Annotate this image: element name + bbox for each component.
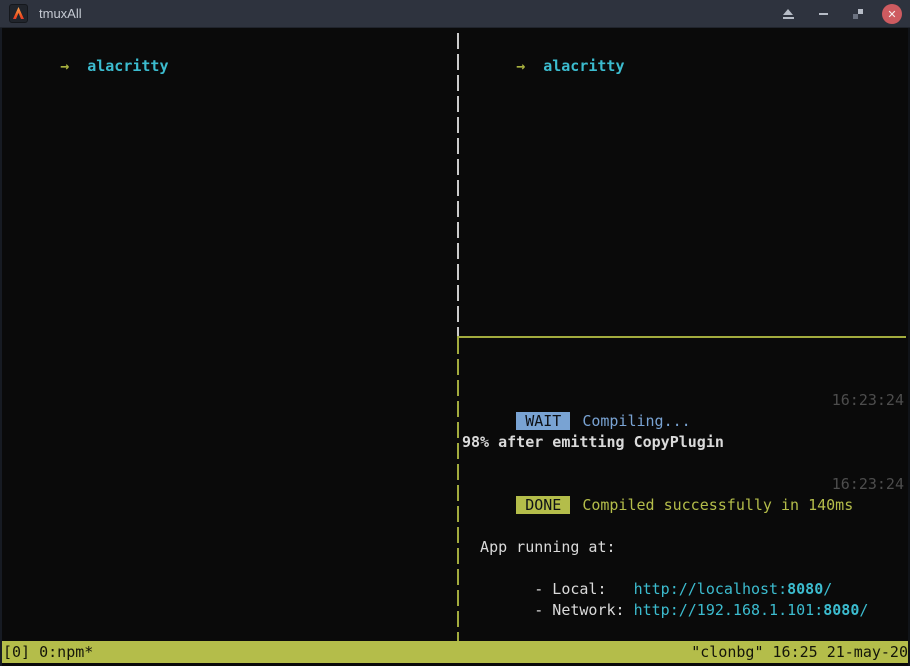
prompt-cwd: alacritty: [543, 57, 624, 75]
shade-icon: [783, 9, 794, 19]
wait-status-line: WAITCompiling... 16:23:24: [462, 390, 904, 411]
wait-timestamp: 16:23:24: [832, 390, 904, 411]
prompt-cwd: alacritty: [87, 57, 168, 75]
shell-prompt: →alacritty: [6, 35, 169, 56]
network-slash: /: [859, 601, 868, 619]
network-label: - Network:: [516, 601, 633, 619]
command-line: tmux-sacale-mas-partido: [462, 621, 733, 642]
close-button[interactable]: ✕: [882, 4, 902, 24]
session-window-indicator[interactable]: [0] 0:npm*: [0, 641, 93, 663]
minimize-button[interactable]: [812, 3, 834, 25]
network-url-base: http://192.168.1.101:: [634, 601, 824, 619]
network-url-line: - Network: http://192.168.1.101:8080/: [462, 579, 868, 600]
status-host-time-date: "clonbg" 16:25 21-may-20: [691, 641, 910, 663]
shell-prompt: →alacritty: [462, 35, 625, 56]
done-message: Compiled successfully in 140ms: [582, 496, 853, 514]
minimize-icon: [819, 13, 828, 15]
terminal: →alacritty →alacritty WAITCompiling... 1…: [0, 28, 910, 666]
alacritty-logo-icon: [9, 4, 28, 23]
done-badge: DONE: [516, 496, 570, 514]
pane-right-bottom[interactable]: WAITCompiling... 16:23:24 98% after emit…: [459, 338, 908, 641]
window-title: tmuxAll: [39, 6, 82, 21]
prompt-arrow-icon: →: [516, 57, 525, 75]
close-icon: ✕: [887, 9, 896, 20]
maximize-button[interactable]: [847, 3, 869, 25]
window-controls: ✕: [777, 0, 902, 28]
maximize-icon: [853, 9, 863, 19]
progress-line: 98% after emitting CopyPlugin: [462, 432, 724, 453]
titlebar[interactable]: tmuxAll ✕: [0, 0, 910, 28]
tmux-status-bar: [0] 0:npm* "clonbg" 16:25 21-may-20: [0, 641, 910, 663]
done-timestamp: 16:23:24: [832, 474, 904, 495]
window-edge-left: [0, 28, 2, 666]
shade-button[interactable]: [777, 3, 799, 25]
network-port: 8080: [823, 601, 859, 619]
network-url-link[interactable]: http://192.168.1.101:8080/: [634, 601, 869, 619]
prompt-arrow-icon: →: [60, 57, 69, 75]
done-status-line: DONECompiled successfully in 140ms 16:23…: [462, 474, 904, 495]
wait-badge: WAIT: [516, 412, 570, 430]
pane-left[interactable]: → alacritty: [2, 28, 457, 638]
pane-right-top[interactable]: → alacritty: [459, 28, 908, 336]
compiling-message: Compiling...: [582, 412, 690, 430]
app-running-line: App running at:: [462, 537, 616, 558]
local-url-line: - Local: http://localhost:8080/: [462, 558, 832, 579]
